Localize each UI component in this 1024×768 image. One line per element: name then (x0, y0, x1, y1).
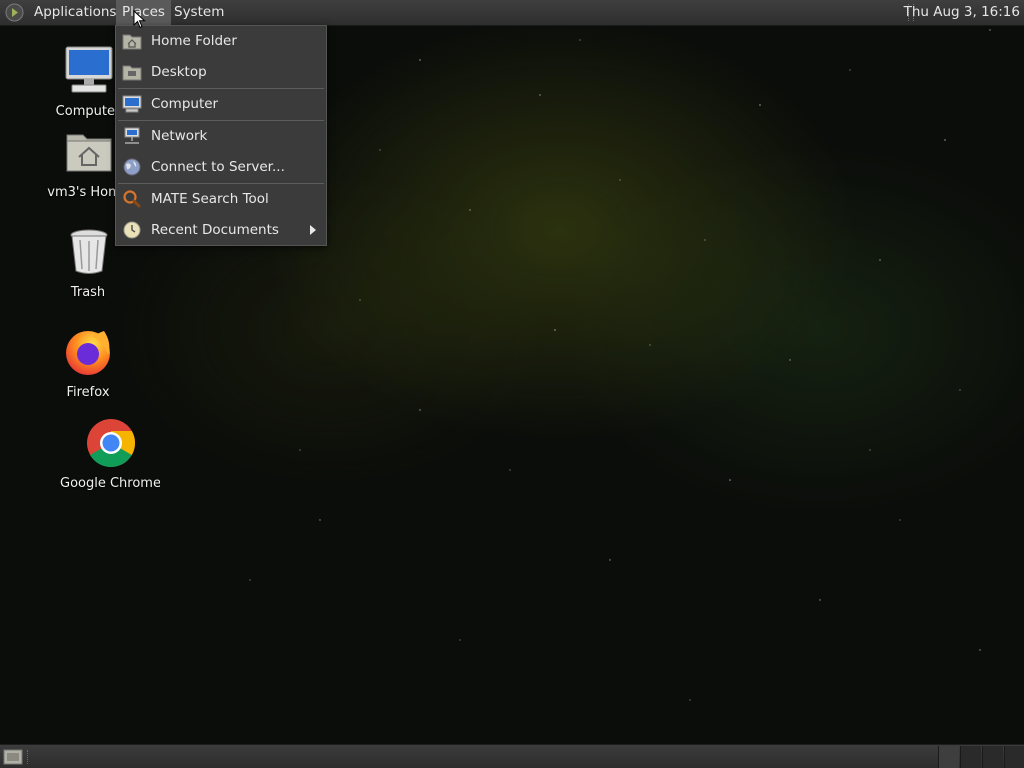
menu-item-label: Home Folder (151, 33, 237, 49)
applications-menu[interactable]: Applications (28, 0, 122, 25)
mouse-cursor-icon (133, 10, 146, 29)
workspace-1[interactable] (938, 746, 959, 768)
menu-item-connect-to-server[interactable]: Connect to Server... (116, 152, 326, 182)
workspace-2[interactable] (960, 746, 981, 768)
bottom-panel (0, 744, 1024, 768)
menu-item-recent-documents[interactable]: Recent Documents (116, 215, 326, 245)
mate-logo-icon[interactable] (5, 3, 24, 22)
firefox-icon (66, 331, 110, 375)
menu-item-mate-search-tool[interactable]: MATE Search Tool (116, 184, 326, 214)
submenu-arrow-icon (310, 225, 316, 235)
system-menu[interactable]: System (168, 0, 230, 25)
menu-item-label: Network (151, 128, 208, 144)
menu-item-label: Recent Documents (151, 222, 279, 238)
places-dropdown: Home Folder Desktop Computer Network Con… (115, 25, 327, 246)
recent-documents-icon (123, 221, 141, 239)
clock[interactable]: Thu Aug 3, 16:16 (904, 0, 1020, 25)
menu-item-network[interactable]: Network (116, 121, 326, 151)
home-folder-icon (66, 134, 112, 172)
chrome-icon (87, 419, 136, 467)
desktop-icon-label: Google Chrome (60, 476, 160, 491)
top-panel: Applications Places System Thu Aug 3, 16… (0, 0, 1024, 26)
search-icon (123, 190, 141, 208)
network-icon (124, 127, 140, 144)
home-folder-icon (122, 34, 142, 50)
desktop-folder-icon (122, 65, 142, 81)
menu-item-computer[interactable]: Computer (116, 89, 326, 119)
menu-item-label: Computer (151, 96, 219, 112)
computer-icon (65, 46, 113, 93)
computer-icon (122, 95, 142, 113)
panel-handle[interactable] (27, 750, 31, 764)
menu-item-label: Connect to Server... (151, 159, 285, 175)
workspace-3[interactable] (982, 746, 1003, 768)
trash-icon (70, 229, 108, 274)
desktop-icon-label: Firefox (66, 385, 110, 400)
menu-item-label: MATE Search Tool (151, 191, 269, 207)
menu-item-desktop[interactable]: Desktop (116, 57, 326, 87)
globe-icon (123, 158, 141, 176)
workspace-4[interactable] (1004, 746, 1024, 768)
show-desktop-icon[interactable] (3, 748, 23, 766)
menu-item-home-folder[interactable]: Home Folder (116, 26, 326, 56)
desktop-icon-label: Trash (70, 285, 106, 300)
menu-item-label: Desktop (151, 64, 207, 80)
